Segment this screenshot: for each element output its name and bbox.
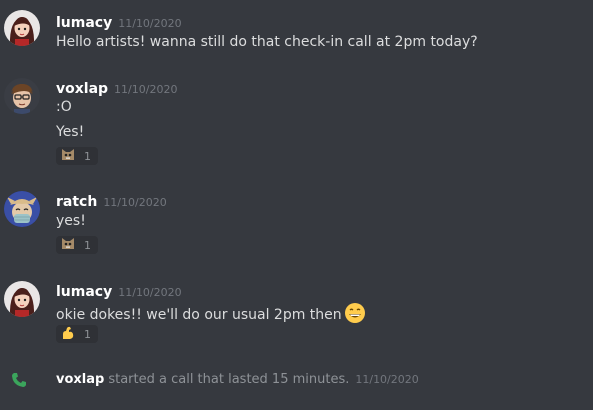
phone-icon <box>10 371 28 393</box>
timestamp: 11/10/2020 <box>118 286 182 299</box>
username[interactable]: voxlap <box>56 81 108 97</box>
username[interactable]: lumacy <box>56 15 112 31</box>
message-header: lumacy 11/10/2020 <box>56 12 182 31</box>
message-text-content: okie dokes!! we'll do our usual 2pm then <box>56 307 342 323</box>
message-header: ratch 11/10/2020 <box>56 191 167 210</box>
avatar[interactable] <box>4 281 40 317</box>
call-summary: voxlap started a call that lasted 15 minu… <box>56 372 419 387</box>
avatar[interactable] <box>4 191 40 227</box>
cat-face-emoji-icon <box>61 147 75 166</box>
reaction-count: 1 <box>84 238 91 252</box>
reaction-count: 1 <box>84 327 91 341</box>
message-text: Hello artists! wanna still do that check… <box>56 34 478 50</box>
reaction-button[interactable]: 1 <box>56 147 98 165</box>
cat-face-emoji-icon <box>61 236 75 255</box>
chat-log: lumacy 11/10/2020 Hello artists! wanna st… <box>0 0 593 410</box>
message-text: yes! <box>56 213 86 229</box>
reaction-count: 1 <box>84 149 91 163</box>
timestamp: 11/10/2020 <box>103 196 167 209</box>
call-text: started a call that lasted 15 minutes. <box>108 372 350 387</box>
message-header: lumacy 11/10/2020 <box>56 281 182 300</box>
message-header: voxlap 11/10/2020 <box>56 78 178 97</box>
message-text: :O <box>56 99 72 115</box>
message-text: Yes! <box>56 124 85 140</box>
reaction-button[interactable]: 1 <box>56 236 98 254</box>
username[interactable]: ratch <box>56 194 97 210</box>
reaction-button[interactable]: 1 <box>56 325 98 343</box>
timestamp: 11/10/2020 <box>118 17 182 30</box>
flexed-biceps-emoji-icon <box>61 325 75 344</box>
grinning-face-emoji-icon <box>344 302 366 328</box>
avatar[interactable] <box>4 10 40 46</box>
username[interactable]: lumacy <box>56 284 112 300</box>
username[interactable]: voxlap <box>56 372 104 387</box>
avatar[interactable] <box>4 78 40 114</box>
timestamp: 11/10/2020 <box>355 373 419 386</box>
timestamp: 11/10/2020 <box>114 83 178 96</box>
message-text: okie dokes!! we'll do our usual 2pm then <box>56 302 366 328</box>
